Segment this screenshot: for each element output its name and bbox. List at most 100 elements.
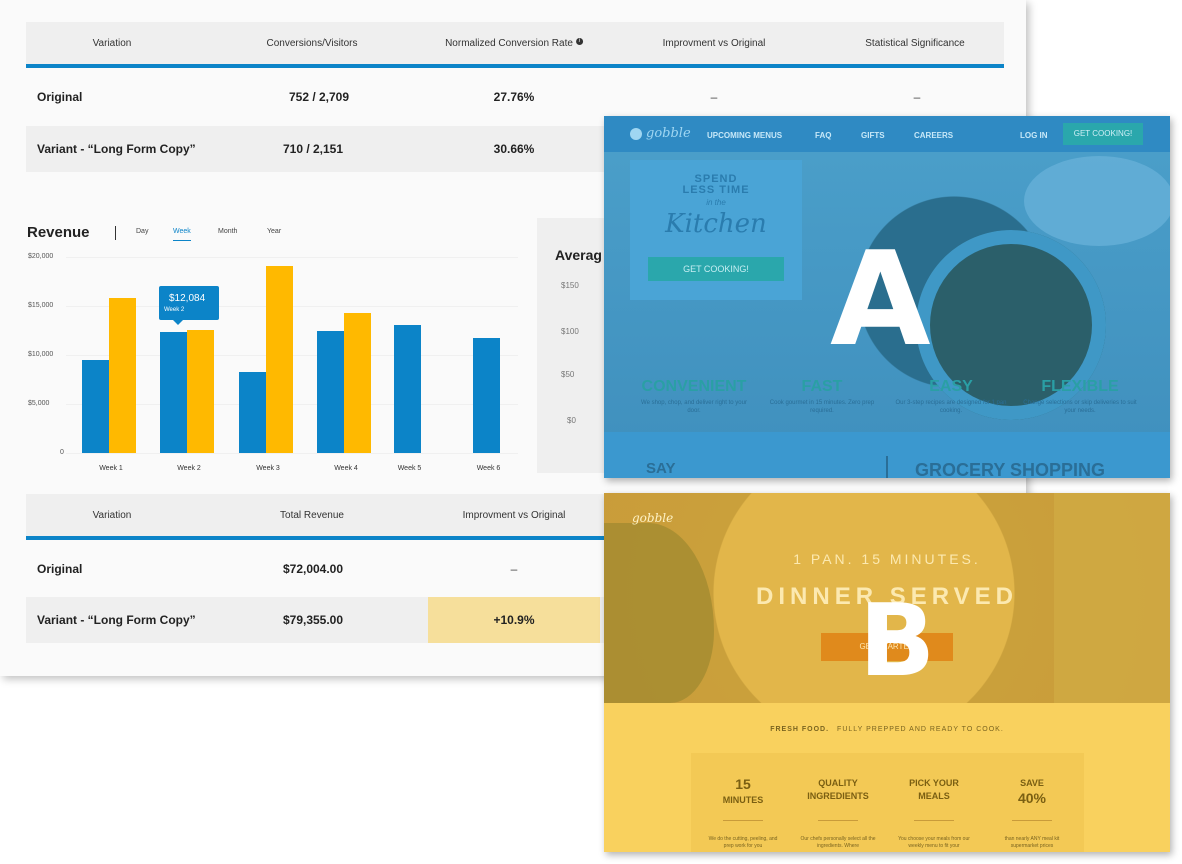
benefit-title: SAVE 40% (1017, 778, 1047, 806)
revenue-title: Revenue (27, 224, 90, 241)
avg-tick: $100 (561, 327, 579, 336)
feature-title: EASY (929, 378, 973, 395)
improvement-value: – (710, 90, 718, 104)
nav-gifts[interactable]: GIFTS (861, 131, 885, 140)
avg-tick: $150 (561, 281, 579, 290)
benefit-divider (818, 820, 858, 821)
y-axis-tick: $5,000 (28, 400, 50, 407)
improvement-value: +10.9% (493, 613, 535, 627)
x-axis-label: Week 1 (99, 465, 123, 472)
bar-variant[interactable] (187, 329, 214, 453)
rate-value: 30.66% (493, 142, 535, 156)
x-axis-label: Week 2 (177, 465, 201, 472)
benefit-description: You choose your meals from our weekly me… (898, 836, 970, 849)
feature-title: CONVENIENT (641, 378, 747, 395)
x-axis-label: Week 5 (397, 465, 422, 472)
hero-subline: 1 PAN. 15 MINUTES. (793, 551, 981, 567)
tooltip-value: $12,084 (169, 293, 206, 304)
variation-name: Variant - “Long Form Copy” (37, 613, 196, 627)
avg-tick: $50 (561, 370, 575, 379)
variation-name: Original (37, 562, 83, 576)
bar-original[interactable] (394, 324, 421, 453)
grocery-heading: GROCERY SHOPPING (915, 460, 1106, 478)
benefit-description: Our chefs personally select all the ingr… (800, 836, 876, 849)
feature-title: FLEXIBLE (1041, 378, 1119, 395)
benefit-divider (1012, 820, 1052, 821)
header-significance: Statistical Significance (865, 38, 965, 49)
bar-original[interactable] (473, 338, 500, 453)
header-variation: Variation (92, 38, 132, 49)
hero-get-cooking-button[interactable]: GET COOKING! (648, 257, 784, 281)
feature-description: Change selections or skip deliveries to … (1023, 400, 1137, 414)
header-variation: Variation (92, 510, 132, 521)
tab-week[interactable]: Week (173, 228, 191, 241)
chart-tooltip: $12,084 Week 2 (159, 286, 219, 325)
nav-get-cooking-button[interactable]: GET COOKING! (1063, 123, 1143, 145)
bar-original[interactable] (160, 332, 187, 453)
conversions-value: 710 / 2,151 (282, 142, 344, 156)
feature-title: FAST (801, 378, 843, 395)
fresh-food-bold: FRESH FOOD. (770, 726, 830, 733)
benefit-title: PICK YOUR MEALS (909, 778, 959, 801)
gridline (66, 257, 518, 258)
say-heading: SAY (646, 460, 676, 477)
variant-b-screenshot: gobble 1 PAN. 15 MINUTES. DINNER SERVED … (604, 493, 1170, 852)
bar-variant[interactable] (344, 312, 371, 453)
benefit-description: than nearly ANY meal kit supermarket pri… (1004, 836, 1060, 849)
site-logo[interactable]: gobble (646, 126, 691, 141)
total-revenue-value: $79,355.00 (282, 613, 344, 627)
benefit-divider (723, 820, 763, 821)
fresh-food-rest: FULLY PREPPED AND READY TO COOK. (837, 726, 1004, 733)
tab-day[interactable]: Day (136, 228, 148, 235)
total-revenue-value: $72,004.00 (282, 562, 344, 576)
info-icon[interactable]: i (575, 38, 583, 45)
rate-value: 27.76% (493, 90, 535, 104)
hero-headline: SPEND LESS TIME (630, 174, 802, 196)
variant-letter-a: A (830, 223, 931, 375)
bar-original[interactable] (239, 371, 266, 453)
significance-value: – (913, 90, 921, 104)
tab-month[interactable]: Month (218, 228, 237, 235)
benefit-title: QUALITY INGREDIENTS (807, 778, 869, 801)
bar-original[interactable] (317, 331, 344, 453)
variation-name: Original (37, 90, 83, 104)
header-normalized-rate: Normalized Conversion Rate i (445, 22, 583, 66)
conversions-value: 752 / 2,709 (288, 90, 350, 104)
bar-variant[interactable] (109, 298, 136, 453)
average-title: Averag (555, 247, 602, 263)
header-conversions: Conversions/Visitors (266, 38, 358, 49)
tooltip-arrow (173, 320, 183, 325)
title-divider (115, 226, 116, 240)
y-axis-tick: $20,000 (28, 253, 54, 260)
gridline (66, 453, 518, 454)
nav-faq[interactable]: FAQ (815, 131, 831, 140)
x-axis-label: Week 3 (256, 465, 280, 472)
nav-login[interactable]: LOG IN (1020, 131, 1048, 140)
header-improvement: Improvment vs Original (462, 510, 566, 521)
improvement-value: – (510, 562, 518, 576)
header-total-revenue: Total Revenue (280, 510, 344, 521)
bar-original[interactable] (82, 359, 109, 453)
site-logo[interactable]: gobble (632, 511, 673, 525)
site-nav: gobble UPCOMING MENUS FAQ GIFTS CAREERS … (604, 116, 1170, 152)
nav-careers[interactable]: CAREERS (914, 131, 953, 140)
header-improvement: Improvment vs Original (662, 38, 766, 49)
hero-line-2: LESS TIME (682, 184, 750, 196)
variant-a-screenshot: gobble UPCOMING MENUS FAQ GIFTS CAREERS … (604, 116, 1170, 478)
hero-kitchen: Kitchen (665, 209, 767, 239)
tooltip-label: Week 2 (164, 307, 185, 313)
bar-variant[interactable] (266, 265, 293, 453)
y-axis-tick: $15,000 (28, 302, 54, 309)
section-divider (886, 456, 888, 478)
variant-letter-b: B (859, 582, 936, 699)
feature-description: Our 3-step recipes are designed for 1 pa… (895, 400, 1007, 414)
benefit-description: We do the cutting, peeling, and prep wor… (708, 836, 778, 849)
feature-description: Cook gourmet in 15 minutes. Zero prep re… (769, 400, 875, 414)
benefit-divider (914, 820, 954, 821)
fresh-food-tagline: FRESH FOOD. FULLY PREPPED AND READY TO CO… (604, 726, 1170, 733)
table-row[interactable]: Original 752 / 2,709 27.76% – – (26, 74, 1004, 120)
conversion-table-header: Variation Conversions/Visitors Normalize… (26, 22, 1004, 68)
tab-year[interactable]: Year (267, 228, 281, 235)
variation-name: Variant - “Long Form Copy” (37, 142, 196, 156)
nav-upcoming-menus[interactable]: UPCOMING MENUS (707, 131, 782, 140)
